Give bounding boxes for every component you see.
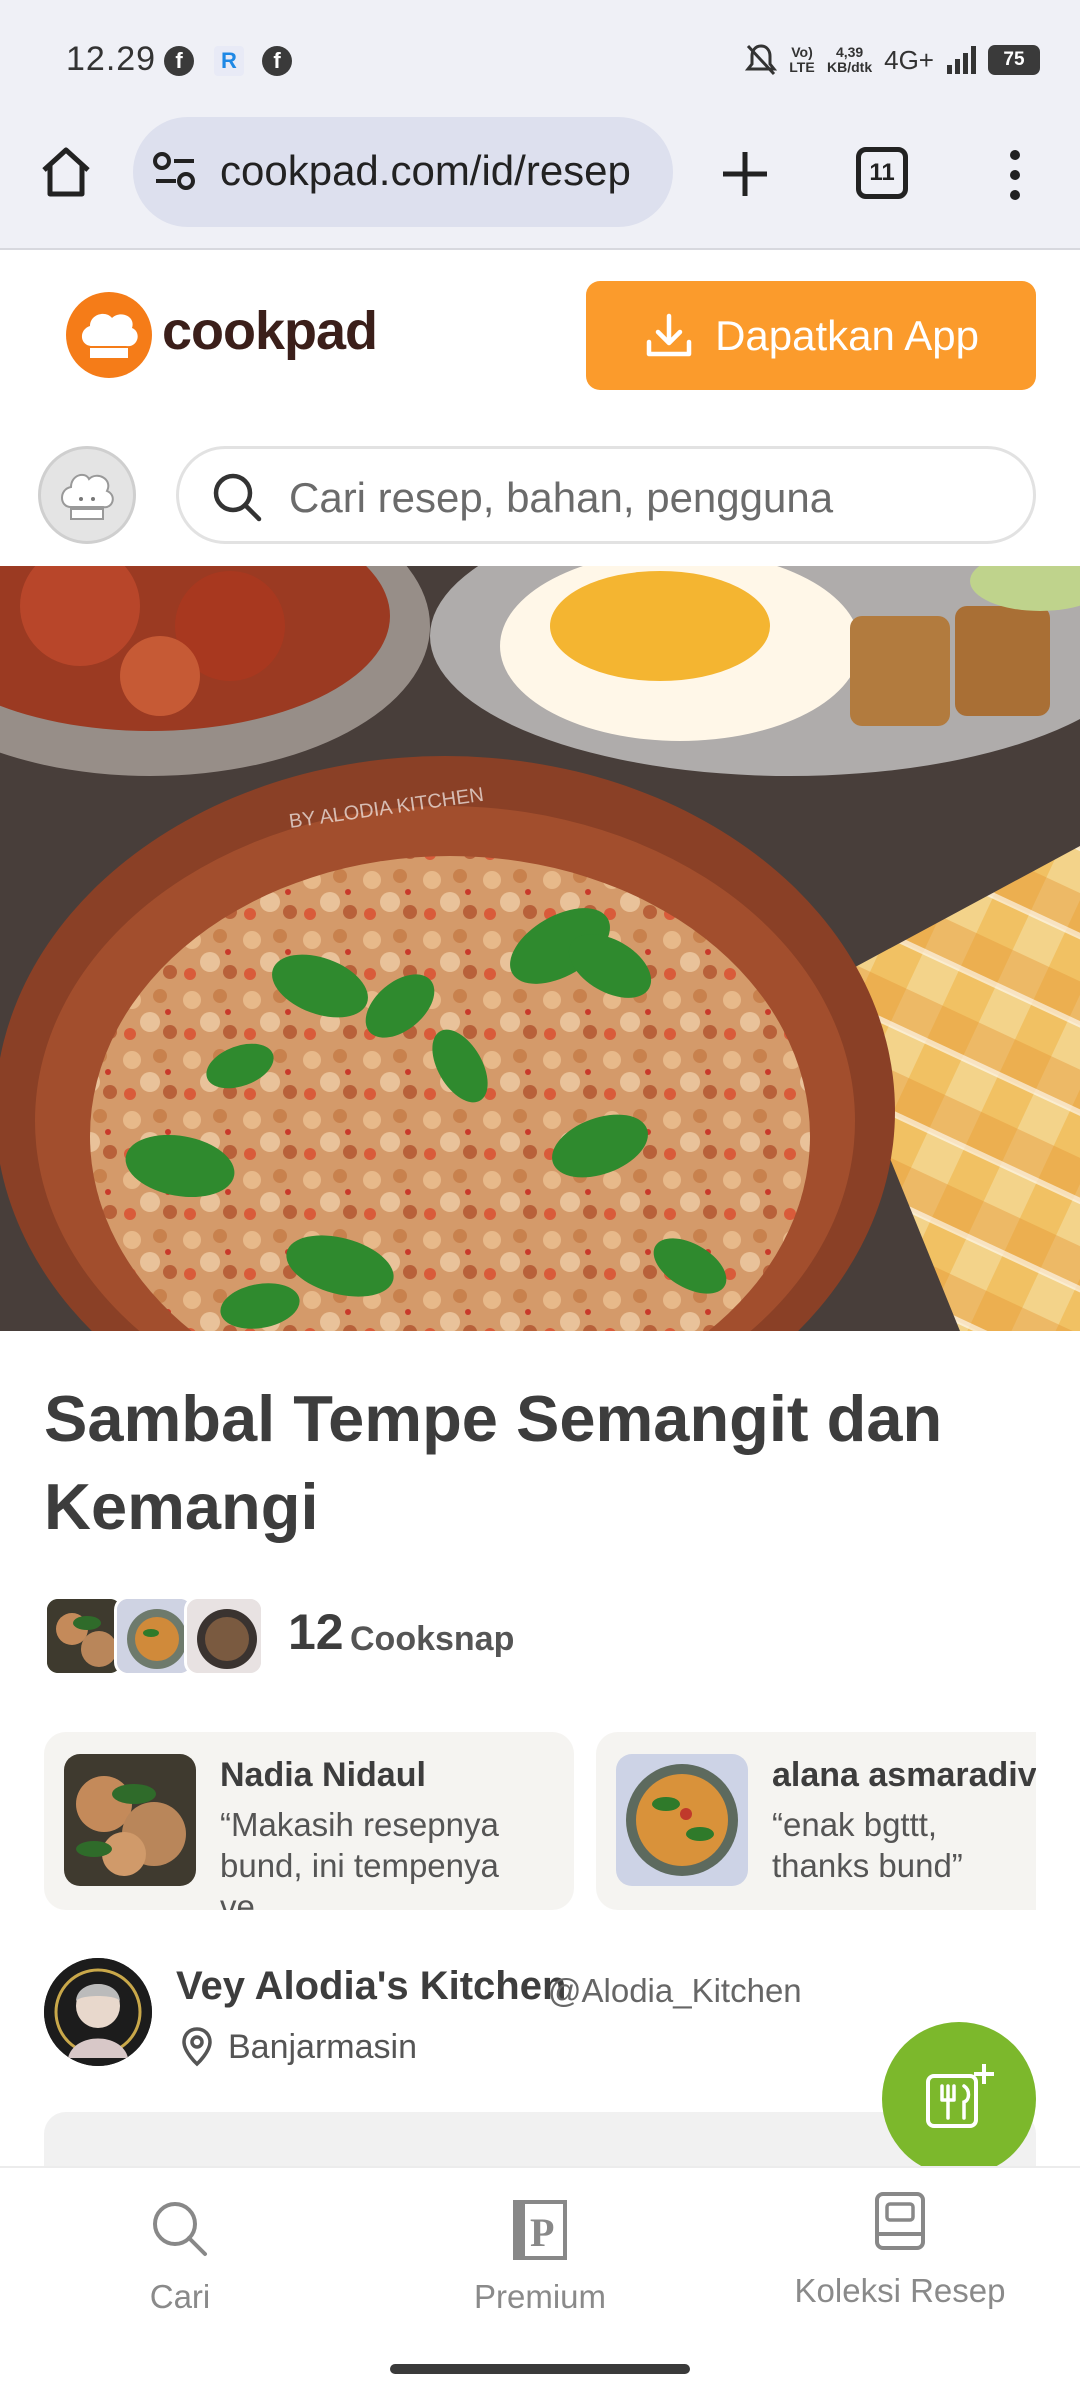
recipe-title: Sambal Tempe Semangit dan Kemangi bbox=[44, 1382, 943, 1543]
status-indicators: Vo) LTE 4,39 KB/dtk 4G+ 75 bbox=[745, 40, 1040, 80]
site-settings-icon[interactable] bbox=[152, 151, 198, 191]
cooksnap-author: Nadia Nidaul bbox=[220, 1756, 426, 1794]
gesture-home-bar[interactable] bbox=[390, 2364, 690, 2374]
search-icon bbox=[153, 2202, 207, 2256]
url-text[interactable]: cookpad.com/id/resep bbox=[220, 143, 652, 199]
search-icon bbox=[213, 473, 262, 522]
add-cooksnap-button[interactable] bbox=[882, 2022, 1036, 2176]
cooksnap-comment: “Makasih resepnya bund, ini tempenya ve.… bbox=[220, 1806, 499, 1910]
cookpad-logo-icon[interactable] bbox=[66, 292, 152, 378]
nav-premium-label: Premium bbox=[473, 2278, 607, 2315]
cooksnap-photo bbox=[64, 1754, 196, 1886]
recipe-book-icon bbox=[875, 2192, 925, 2250]
mute-icon bbox=[745, 44, 777, 76]
author-name[interactable]: Vey Alodia's Kitchen bbox=[176, 1964, 566, 2009]
cooksnap-comment: “enak bgttt, thanks bund” bbox=[772, 1806, 963, 1884]
search-input[interactable]: Cari resep, bahan, pengguna bbox=[176, 446, 1036, 544]
network-speed-unit: KB/dtk bbox=[827, 59, 873, 75]
nav-search[interactable]: Cari bbox=[30, 2168, 330, 2368]
download-icon bbox=[646, 313, 692, 356]
network-speed-value: 4,39 bbox=[835, 44, 864, 60]
signal-icon bbox=[947, 46, 976, 74]
cooksnap-label[interactable]: Cooksnap bbox=[350, 1620, 514, 1659]
more-menu-icon[interactable] bbox=[1000, 145, 1030, 205]
network-speed: 4,39 KB/dtk bbox=[827, 45, 872, 75]
home-icon[interactable] bbox=[36, 142, 96, 202]
cooksnap-thumbnail bbox=[44, 1596, 124, 1676]
fork-knife-plus-icon bbox=[926, 2064, 994, 2128]
author-handle[interactable]: @Alodia_Kitchen bbox=[548, 1972, 802, 2010]
tab-switcher-button[interactable]: 11 bbox=[856, 147, 908, 199]
premium-icon: P bbox=[513, 2200, 567, 2260]
author-location: Banjarmasin bbox=[228, 2028, 417, 2066]
app-notification-icon: R bbox=[214, 46, 244, 76]
cooksnap-photo bbox=[616, 1754, 748, 1886]
status-time: 12.29 bbox=[66, 40, 157, 78]
cooksnap-count[interactable]: 12 bbox=[288, 1603, 344, 1661]
location-pin-icon bbox=[182, 2027, 212, 2067]
volte-label: Vo) LTE bbox=[789, 44, 815, 75]
facebook-icon: f bbox=[262, 46, 292, 76]
cooksnap-card[interactable]: alana asmaradiva “enak bgttt, thanks bun… bbox=[596, 1732, 1036, 1910]
cooksnap-thumbnails[interactable] bbox=[44, 1596, 264, 1676]
cooksnap-card[interactable]: Nadia Nidaul “Makasih resepnya bund, ini… bbox=[44, 1732, 574, 1910]
user-avatar[interactable] bbox=[38, 446, 136, 544]
search-placeholder: Cari resep, bahan, pengguna bbox=[289, 474, 834, 521]
cooksnap-thumbnail bbox=[184, 1596, 264, 1676]
cooksnap-author: alana asmaradiva bbox=[772, 1756, 1036, 1794]
get-app-button[interactable]: Dapatkan App bbox=[586, 281, 1036, 390]
browser-toolbar: cookpad.com/id/resep 11 bbox=[0, 115, 1080, 250]
get-app-label: Dapatkan App bbox=[715, 311, 979, 359]
author-avatar[interactable] bbox=[44, 1958, 152, 2066]
network-type: 4G+ bbox=[884, 44, 934, 75]
nav-premium[interactable]: P Premium bbox=[390, 2168, 690, 2368]
recipe-hero-image[interactable]: BY ALODIA KITCHEN bbox=[0, 566, 1080, 1331]
svg-text:P: P bbox=[530, 2210, 554, 2255]
cooksnap-thumbnail bbox=[114, 1596, 194, 1676]
facebook-icon: f bbox=[164, 46, 194, 76]
nav-recipe-collection[interactable]: Koleksi Resep bbox=[750, 2168, 1050, 2368]
battery-icon: 75 bbox=[988, 45, 1040, 75]
nav-recipe-collection-label: Koleksi Resep bbox=[794, 2272, 1006, 2309]
new-tab-icon[interactable] bbox=[718, 147, 772, 201]
status-bar: 12.29 f R f Vo) LTE 4,39 KB/dtk 4G+ 75 bbox=[0, 0, 1080, 115]
nav-search-label: Cari bbox=[149, 2278, 211, 2315]
cookpad-logo-text[interactable]: cookpad bbox=[162, 300, 378, 362]
